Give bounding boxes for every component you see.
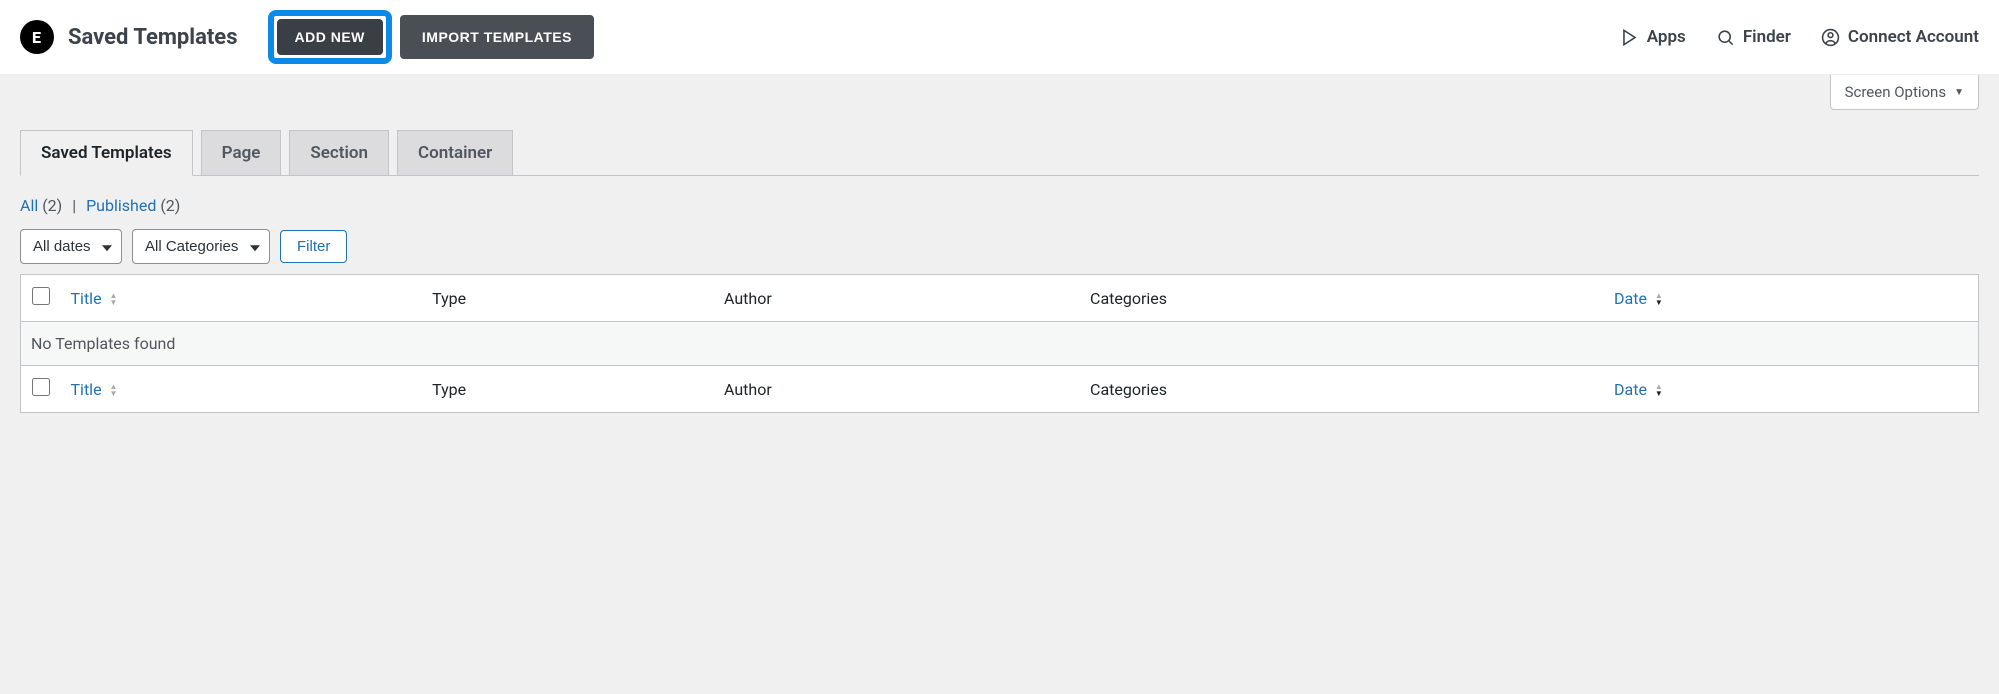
import-templates-button[interactable]: IMPORT TEMPLATES xyxy=(400,15,594,59)
chevron-down-icon: ▼ xyxy=(1954,87,1964,98)
screen-options-wrap: Screen Options ▼ xyxy=(0,75,1999,110)
apps-label: Apps xyxy=(1647,27,1686,47)
filter-published-count: (2) xyxy=(160,196,180,215)
screen-options-button[interactable]: Screen Options ▼ xyxy=(1830,75,1979,110)
user-circle-icon xyxy=(1821,28,1840,47)
filter-published-link[interactable]: Published xyxy=(86,196,156,215)
categories-select[interactable]: All Categories xyxy=(132,229,270,264)
select-all-checkbox-bottom[interactable] xyxy=(32,378,50,396)
column-author: Author xyxy=(714,275,1080,322)
sort-indicator-icon: ▲▼ xyxy=(1655,292,1663,306)
sort-indicator-icon: ▲▼ xyxy=(110,292,118,306)
apps-icon xyxy=(1620,28,1639,47)
filter-all-count: (2) xyxy=(42,196,62,215)
topbar-right: Apps Finder Connect Account xyxy=(1620,27,1979,47)
column-categories: Categories xyxy=(1080,275,1604,322)
sort-indicator-icon: ▲▼ xyxy=(110,383,118,397)
column-type-footer: Type xyxy=(422,366,714,413)
page-title: Saved Templates xyxy=(68,25,238,50)
column-date-label: Date xyxy=(1614,289,1647,308)
dates-select[interactable]: All dates xyxy=(20,229,122,264)
search-icon xyxy=(1716,28,1735,47)
finder-label: Finder xyxy=(1743,27,1791,47)
add-new-highlight: ADD NEW xyxy=(268,10,392,64)
finder-link[interactable]: Finder xyxy=(1716,27,1791,47)
content-area: Saved Templates Page Section Container A… xyxy=(0,110,1999,433)
apps-link[interactable]: Apps xyxy=(1620,27,1686,47)
connect-label: Connect Account xyxy=(1848,27,1979,47)
column-title-sort[interactable]: Title ▲▼ xyxy=(71,289,118,308)
tab-page[interactable]: Page xyxy=(201,130,282,175)
add-new-button[interactable]: ADD NEW xyxy=(277,19,383,55)
table-footer-row: Title ▲▼ Type Author Categories Date ▲▼ xyxy=(21,366,1979,413)
tab-section[interactable]: Section xyxy=(289,130,389,175)
tab-saved-templates[interactable]: Saved Templates xyxy=(20,130,193,176)
status-filter-links: All (2) | Published (2) xyxy=(20,196,1979,215)
filter-bar: All dates All Categories Filter xyxy=(20,229,1979,264)
separator: | xyxy=(72,196,76,215)
templates-table: Title ▲▼ Type Author Categories Date ▲▼ … xyxy=(20,274,1979,413)
filter-button[interactable]: Filter xyxy=(280,230,347,263)
column-type: Type xyxy=(422,275,714,322)
tab-container[interactable]: Container xyxy=(397,130,513,175)
sort-indicator-icon: ▲▼ xyxy=(1655,383,1663,397)
column-date-label-footer: Date xyxy=(1614,380,1647,399)
column-author-footer: Author xyxy=(714,366,1080,413)
column-categories-footer: Categories xyxy=(1080,366,1604,413)
table-header-row: Title ▲▼ Type Author Categories Date ▲▼ xyxy=(21,275,1979,322)
template-tabs: Saved Templates Page Section Container xyxy=(20,130,1979,176)
column-date-sort[interactable]: Date ▲▼ xyxy=(1614,289,1663,308)
elementor-logo-icon: E xyxy=(20,20,54,54)
filter-all-link[interactable]: All xyxy=(20,196,38,215)
column-title-sort-footer[interactable]: Title ▲▼ xyxy=(71,380,118,399)
column-title-label-footer: Title xyxy=(71,380,102,399)
top-bar: E Saved Templates ADD NEW IMPORT TEMPLAT… xyxy=(0,0,1999,75)
empty-message: No Templates found xyxy=(21,322,1979,366)
screen-options-label: Screen Options xyxy=(1845,83,1947,101)
column-title-label: Title xyxy=(71,289,102,308)
connect-account-link[interactable]: Connect Account xyxy=(1821,27,1979,47)
table-empty-row: No Templates found xyxy=(21,322,1979,366)
select-all-checkbox-top[interactable] xyxy=(32,287,50,305)
column-date-sort-footer[interactable]: Date ▲▼ xyxy=(1614,380,1663,399)
